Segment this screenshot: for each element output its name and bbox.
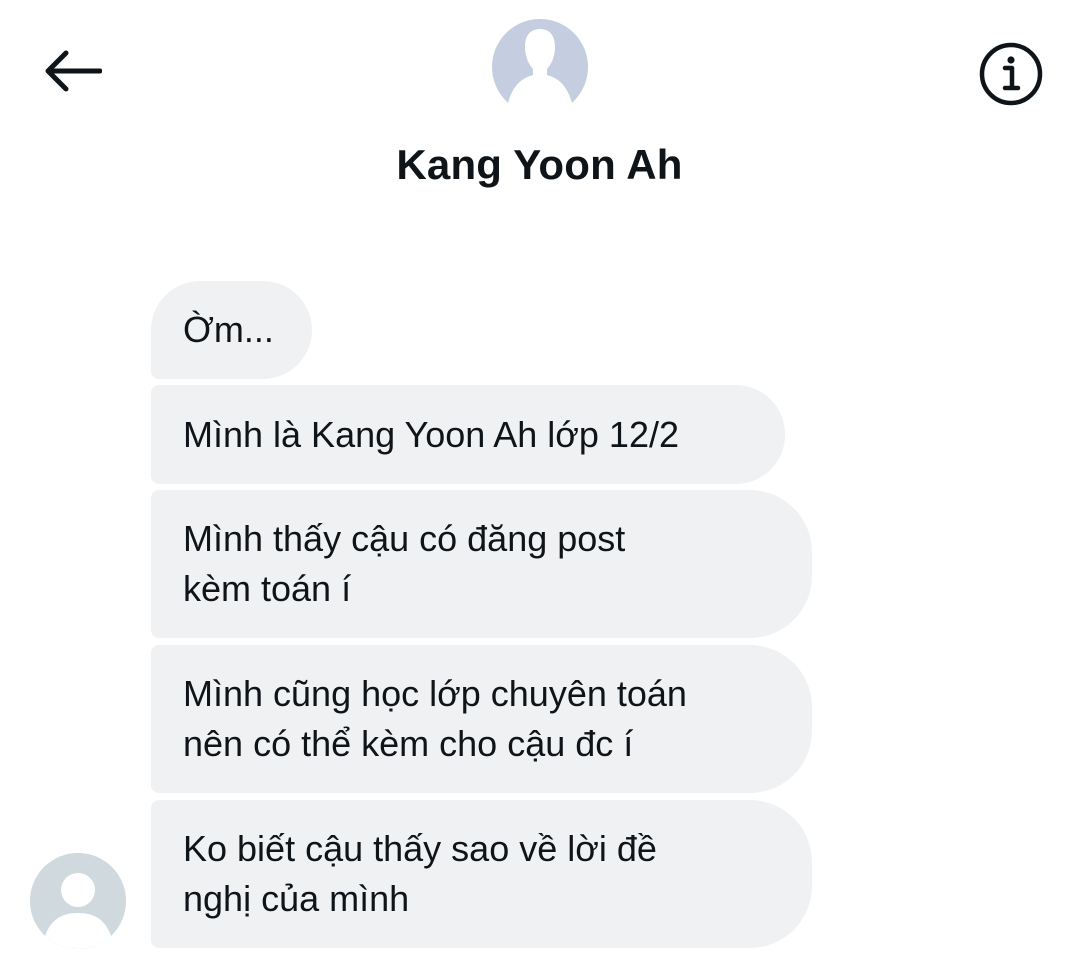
message-text-line: kèm toán í (183, 568, 352, 609)
message-text-line: Ờm... (183, 309, 274, 350)
arrow-left-icon (45, 50, 102, 92)
info-circle-icon (979, 42, 1043, 106)
message-bubble[interactable]: Ờm... (151, 281, 312, 379)
message-bubble[interactable]: Ko biết cậu thấy sao về lời đề nghị của … (151, 800, 812, 948)
message-text-line: nghị của mình (183, 878, 410, 919)
contact-name: Kang Yoon Ah (396, 141, 683, 188)
message-text-line: Ko biết cậu thấy sao về lời đề (183, 828, 657, 869)
message-text-line: Mình cũng học lớp chuyên toán (183, 673, 687, 714)
contact-avatar[interactable] (492, 19, 588, 103)
profile-silhouette-icon (492, 19, 588, 103)
message-bubble[interactable]: Mình thấy cậu có đăng post kèm toán í (151, 490, 812, 638)
back-button[interactable] (38, 42, 106, 100)
default-user-icon (30, 853, 126, 949)
info-button[interactable] (975, 38, 1047, 110)
message-text-line: nên có thể kèm cho cậu đc í (183, 723, 634, 764)
message-bubble[interactable]: Mình là Kang Yoon Ah lớp 12/2 (151, 385, 785, 484)
message-text-line: Mình thấy cậu có đăng post (183, 518, 626, 559)
sender-avatar[interactable] (30, 853, 126, 949)
message-bubble[interactable]: Mình cũng học lớp chuyên toán nên có thể… (151, 645, 812, 793)
message-text-line: Mình là Kang Yoon Ah lớp 12/2 (183, 413, 680, 455)
